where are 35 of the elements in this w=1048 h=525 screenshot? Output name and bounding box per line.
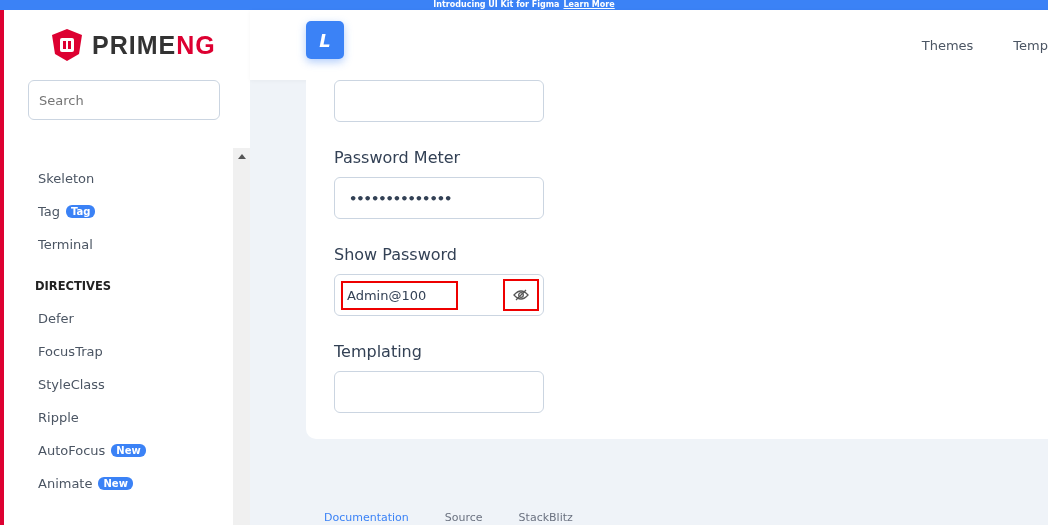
sidebar-item[interactable]: Tag (38, 204, 60, 219)
nav-link[interactable]: Temp (1013, 37, 1048, 53)
sidebar-item[interactable]: StyleClass (38, 377, 105, 392)
sidebar-item[interactable]: Terminal (38, 237, 93, 252)
sidebar-item[interactable]: Ripple (38, 410, 79, 425)
tag: Tag (66, 205, 96, 218)
scrollbar[interactable] (233, 148, 250, 525)
input-field[interactable] (334, 80, 544, 122)
nav-link[interactable]: Themes (921, 37, 974, 53)
logo-icon (50, 28, 84, 62)
field-value: •••••••••••••• (348, 189, 453, 208)
learn-more-link[interactable]: Learn More (563, 0, 615, 10)
search-field[interactable]: Search (28, 80, 220, 120)
tag: New (98, 477, 133, 490)
app-badge[interactable]: L (306, 21, 344, 59)
field-label: Password Meter (334, 148, 462, 167)
logo-text: PRIMENG (92, 30, 216, 60)
sidebar-item[interactable]: Skeleton (38, 171, 95, 186)
banner-text: Introducing UI Kit for Figma (433, 0, 560, 10)
eye-slash-icon[interactable] (503, 279, 539, 311)
sidebar-item[interactable]: AutoFocus (38, 443, 106, 458)
tab[interactable]: Source (444, 511, 483, 524)
tag: New (111, 444, 146, 457)
input-field[interactable] (334, 371, 544, 413)
scroll-up-icon[interactable] (237, 154, 246, 159)
input-field[interactable]: •••••••••••••• (334, 177, 544, 219)
input-field[interactable]: Admin@100 (334, 274, 544, 316)
tab[interactable]: StackBlitz (518, 511, 573, 524)
section-header: DIRECTIVES (34, 278, 113, 295)
field-label: Show Password (334, 245, 458, 264)
sidebar-item[interactable]: Animate (38, 476, 93, 491)
field-value: Admin@100 (341, 280, 459, 310)
sidebar-item[interactable]: Defer (38, 311, 74, 326)
field-label: Templating (334, 342, 423, 361)
sidebar-item[interactable]: FocusTrap (38, 344, 103, 359)
